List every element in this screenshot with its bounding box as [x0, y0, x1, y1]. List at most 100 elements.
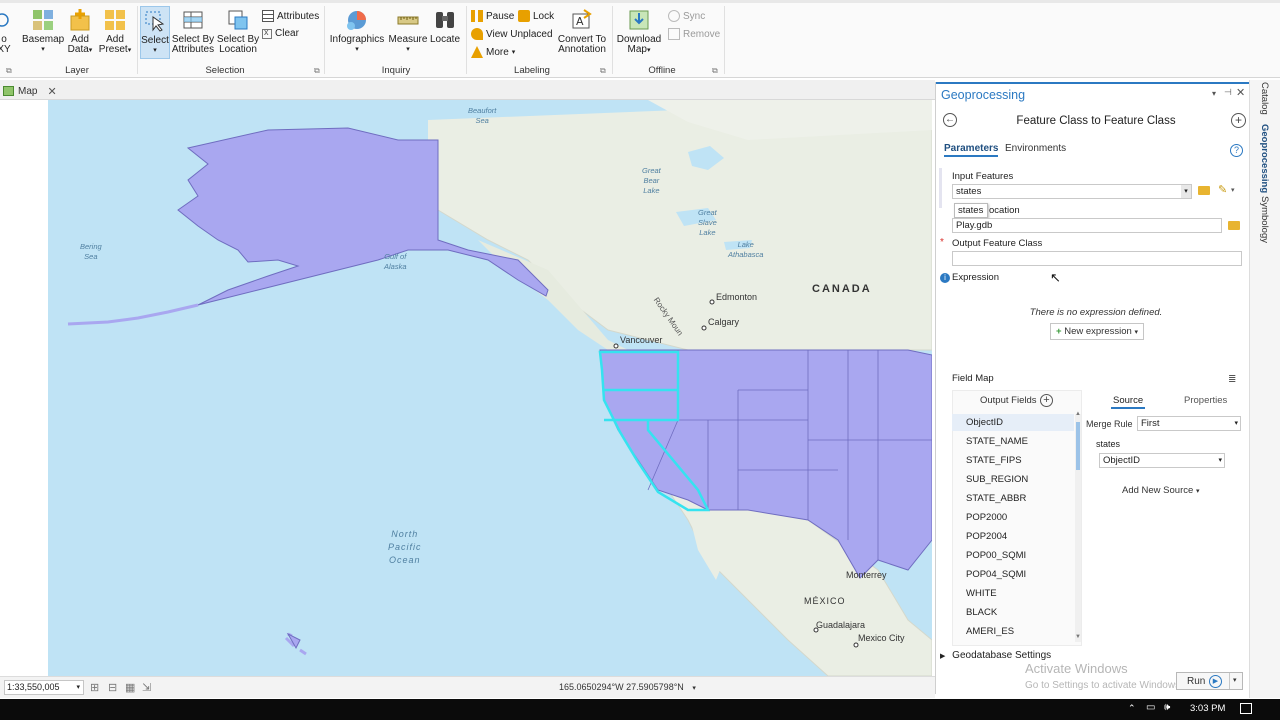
snapping-icon[interactable]: ⊟: [108, 681, 117, 694]
network-icon[interactable]: ▭: [1146, 702, 1155, 713]
convert-to-annotation-button[interactable]: A Convert To Annotation: [556, 8, 608, 55]
field-list-item[interactable]: POP2000: [966, 512, 1007, 523]
ribbon-top-line: [0, 0, 1280, 3]
source-field-select[interactable]: ObjectID ▾: [1099, 453, 1225, 468]
go-to-xy-button[interactable]: o XY: [0, 8, 12, 55]
scroll-down-icon[interactable]: ▼: [1075, 634, 1081, 640]
field-list-item[interactable]: STATE_NAME: [966, 436, 1028, 447]
labeling-launcher-icon[interactable]: ⧉: [600, 66, 606, 76]
field-list-item[interactable]: AMERI_ES: [966, 626, 1014, 637]
input-features-label: Input Features: [952, 171, 1014, 182]
constraints-icon[interactable]: ⇲: [142, 681, 151, 694]
measure-button[interactable]: Measure ▾: [388, 8, 428, 55]
add-data-button[interactable]: Add Data▾: [64, 8, 96, 56]
label-mexico: MÉXICO: [804, 596, 846, 606]
attributes-button[interactable]: Attributes: [262, 10, 319, 22]
close-icon[interactable]: ✕: [47, 85, 56, 98]
table-toggle-icon[interactable]: ▦: [125, 681, 135, 694]
field-list-item[interactable]: STATE_FIPS: [966, 455, 1022, 466]
pin-icon[interactable]: ⊣: [1224, 87, 1232, 98]
chevron-down-icon[interactable]: ▾: [1181, 185, 1191, 198]
notifications-icon[interactable]: [1240, 703, 1252, 714]
edit-pencil-icon[interactable]: ✎: [1218, 183, 1227, 196]
field-list-item[interactable]: POP00_SQMI: [966, 550, 1026, 561]
selection-launcher-icon[interactable]: ⧉: [314, 66, 320, 76]
label-beaufort: Beaufort: [468, 106, 497, 115]
scrollbar[interactable]: ▲ ▼: [1075, 411, 1081, 642]
tab-environments[interactable]: Environments: [1005, 143, 1066, 154]
pause-labeling-button[interactable]: Pause: [471, 10, 514, 22]
view-unplaced-button[interactable]: View Unplaced: [471, 28, 553, 40]
add-new-source-button[interactable]: Add New Source ▾: [1122, 485, 1199, 496]
side-tab-symbology[interactable]: Symbology: [1259, 196, 1270, 243]
tab-source[interactable]: Source: [1111, 395, 1146, 409]
field-map-menu-icon[interactable]: ≣: [1228, 374, 1236, 385]
more-button[interactable]: More ▾: [471, 46, 515, 58]
navigate-launcher-icon[interactable]: ⧉: [6, 66, 12, 76]
label-gulf: Gulf of: [384, 252, 407, 261]
basemap-icon: [33, 10, 53, 30]
field-list-item[interactable]: BLACK: [966, 607, 997, 618]
remove-button[interactable]: Remove: [668, 28, 720, 40]
remove-label: Remove: [683, 28, 721, 40]
grid-icon[interactable]: ⊞: [90, 681, 99, 694]
tab-properties[interactable]: Properties: [1184, 395, 1227, 406]
field-list-item[interactable]: ObjectID: [966, 417, 1003, 428]
add-icon[interactable]: +: [1231, 113, 1246, 128]
locate-button[interactable]: Locate: [428, 8, 462, 45]
taskbar-clock[interactable]: 3:03 PM: [1190, 703, 1225, 714]
scroll-up-icon[interactable]: ▲: [1075, 411, 1081, 417]
coordinate-readout: 165.0650294°W 27.5905798°N ▾: [559, 682, 696, 692]
scrollbar-thumb[interactable]: [1076, 422, 1080, 470]
add-preset-button[interactable]: Add Preset▾: [97, 8, 133, 56]
select-button[interactable]: Select ▾: [140, 6, 170, 59]
side-tab-catalog[interactable]: Catalog: [1259, 82, 1270, 115]
field-list-item[interactable]: STATE_ABBR: [966, 493, 1026, 504]
tab-map[interactable]: Map ✕: [0, 82, 63, 100]
offline-launcher-icon[interactable]: ⧉: [712, 66, 718, 76]
run-dropdown-icon[interactable]: ▾: [1233, 676, 1237, 684]
new-expression-button[interactable]: + New expression ▾: [1050, 323, 1144, 340]
side-tab-geoprocessing[interactable]: Geoprocessing: [1259, 124, 1270, 193]
download-map-dropdown-icon: ▾: [646, 47, 651, 54]
geodatabase-settings-section[interactable]: ▶ Geodatabase Settings: [940, 650, 1051, 661]
help-icon[interactable]: ?: [1230, 144, 1243, 157]
merge-rule-select[interactable]: First ▾: [1137, 416, 1241, 431]
field-list-item[interactable]: POP04_SQMI: [966, 569, 1026, 580]
field-list-item[interactable]: WHITE: [966, 588, 997, 599]
basemap-button[interactable]: Basemap ▾: [22, 8, 64, 55]
field-list-item[interactable]: SUB_REGION: [966, 474, 1028, 485]
select-by-location-button[interactable]: Select By Location: [216, 8, 260, 55]
map-canvas[interactable]: [48, 100, 932, 676]
label-north: North: [391, 529, 419, 539]
pane-options-icon[interactable]: ▾: [1212, 89, 1216, 98]
close-icon[interactable]: ✕: [1236, 86, 1245, 99]
browse-folder-icon[interactable]: [1228, 221, 1240, 230]
sync-button[interactable]: Sync: [668, 10, 705, 22]
coordinates-dropdown-icon[interactable]: ▾: [692, 685, 696, 692]
chevron-up-icon[interactable]: ⌃: [1128, 703, 1136, 714]
tab-parameters[interactable]: Parameters: [944, 143, 999, 157]
scale-selector[interactable]: 1:33,550,005 ▾: [4, 680, 84, 695]
add-field-icon[interactable]: +: [1040, 394, 1053, 407]
run-button[interactable]: Run ▶ ▾: [1176, 672, 1243, 690]
more-icon: [471, 46, 483, 58]
map-view[interactable]: Beaufort Sea Bering Sea Gulf of Alaska G…: [48, 100, 932, 676]
select-by-attributes-button[interactable]: Select By Attributes: [171, 8, 215, 55]
label-mexico-city: Mexico City: [858, 633, 905, 643]
field-list-item[interactable]: POP2004: [966, 531, 1007, 542]
select-label: Select: [141, 35, 169, 46]
select-by-attributes-label-2: Attributes: [171, 44, 215, 55]
browse-folder-icon[interactable]: [1198, 186, 1210, 195]
output-location-field[interactable]: Play.gdb: [952, 218, 1222, 233]
input-features-field[interactable]: states ▾: [952, 184, 1192, 199]
infographics-button[interactable]: Infographics ▾: [328, 8, 386, 55]
back-icon[interactable]: ←: [943, 113, 957, 127]
clear-button[interactable]: x Clear: [262, 27, 299, 39]
output-feature-class-field[interactable]: [952, 251, 1242, 266]
autocomplete-item[interactable]: states: [954, 203, 988, 218]
download-map-button[interactable]: Download Map▾: [614, 8, 664, 56]
speaker-icon[interactable]: 🕪: [1164, 702, 1170, 713]
lock-labeling-button[interactable]: Lock: [518, 10, 554, 22]
pencil-dropdown-icon[interactable]: ▾: [1231, 186, 1235, 194]
